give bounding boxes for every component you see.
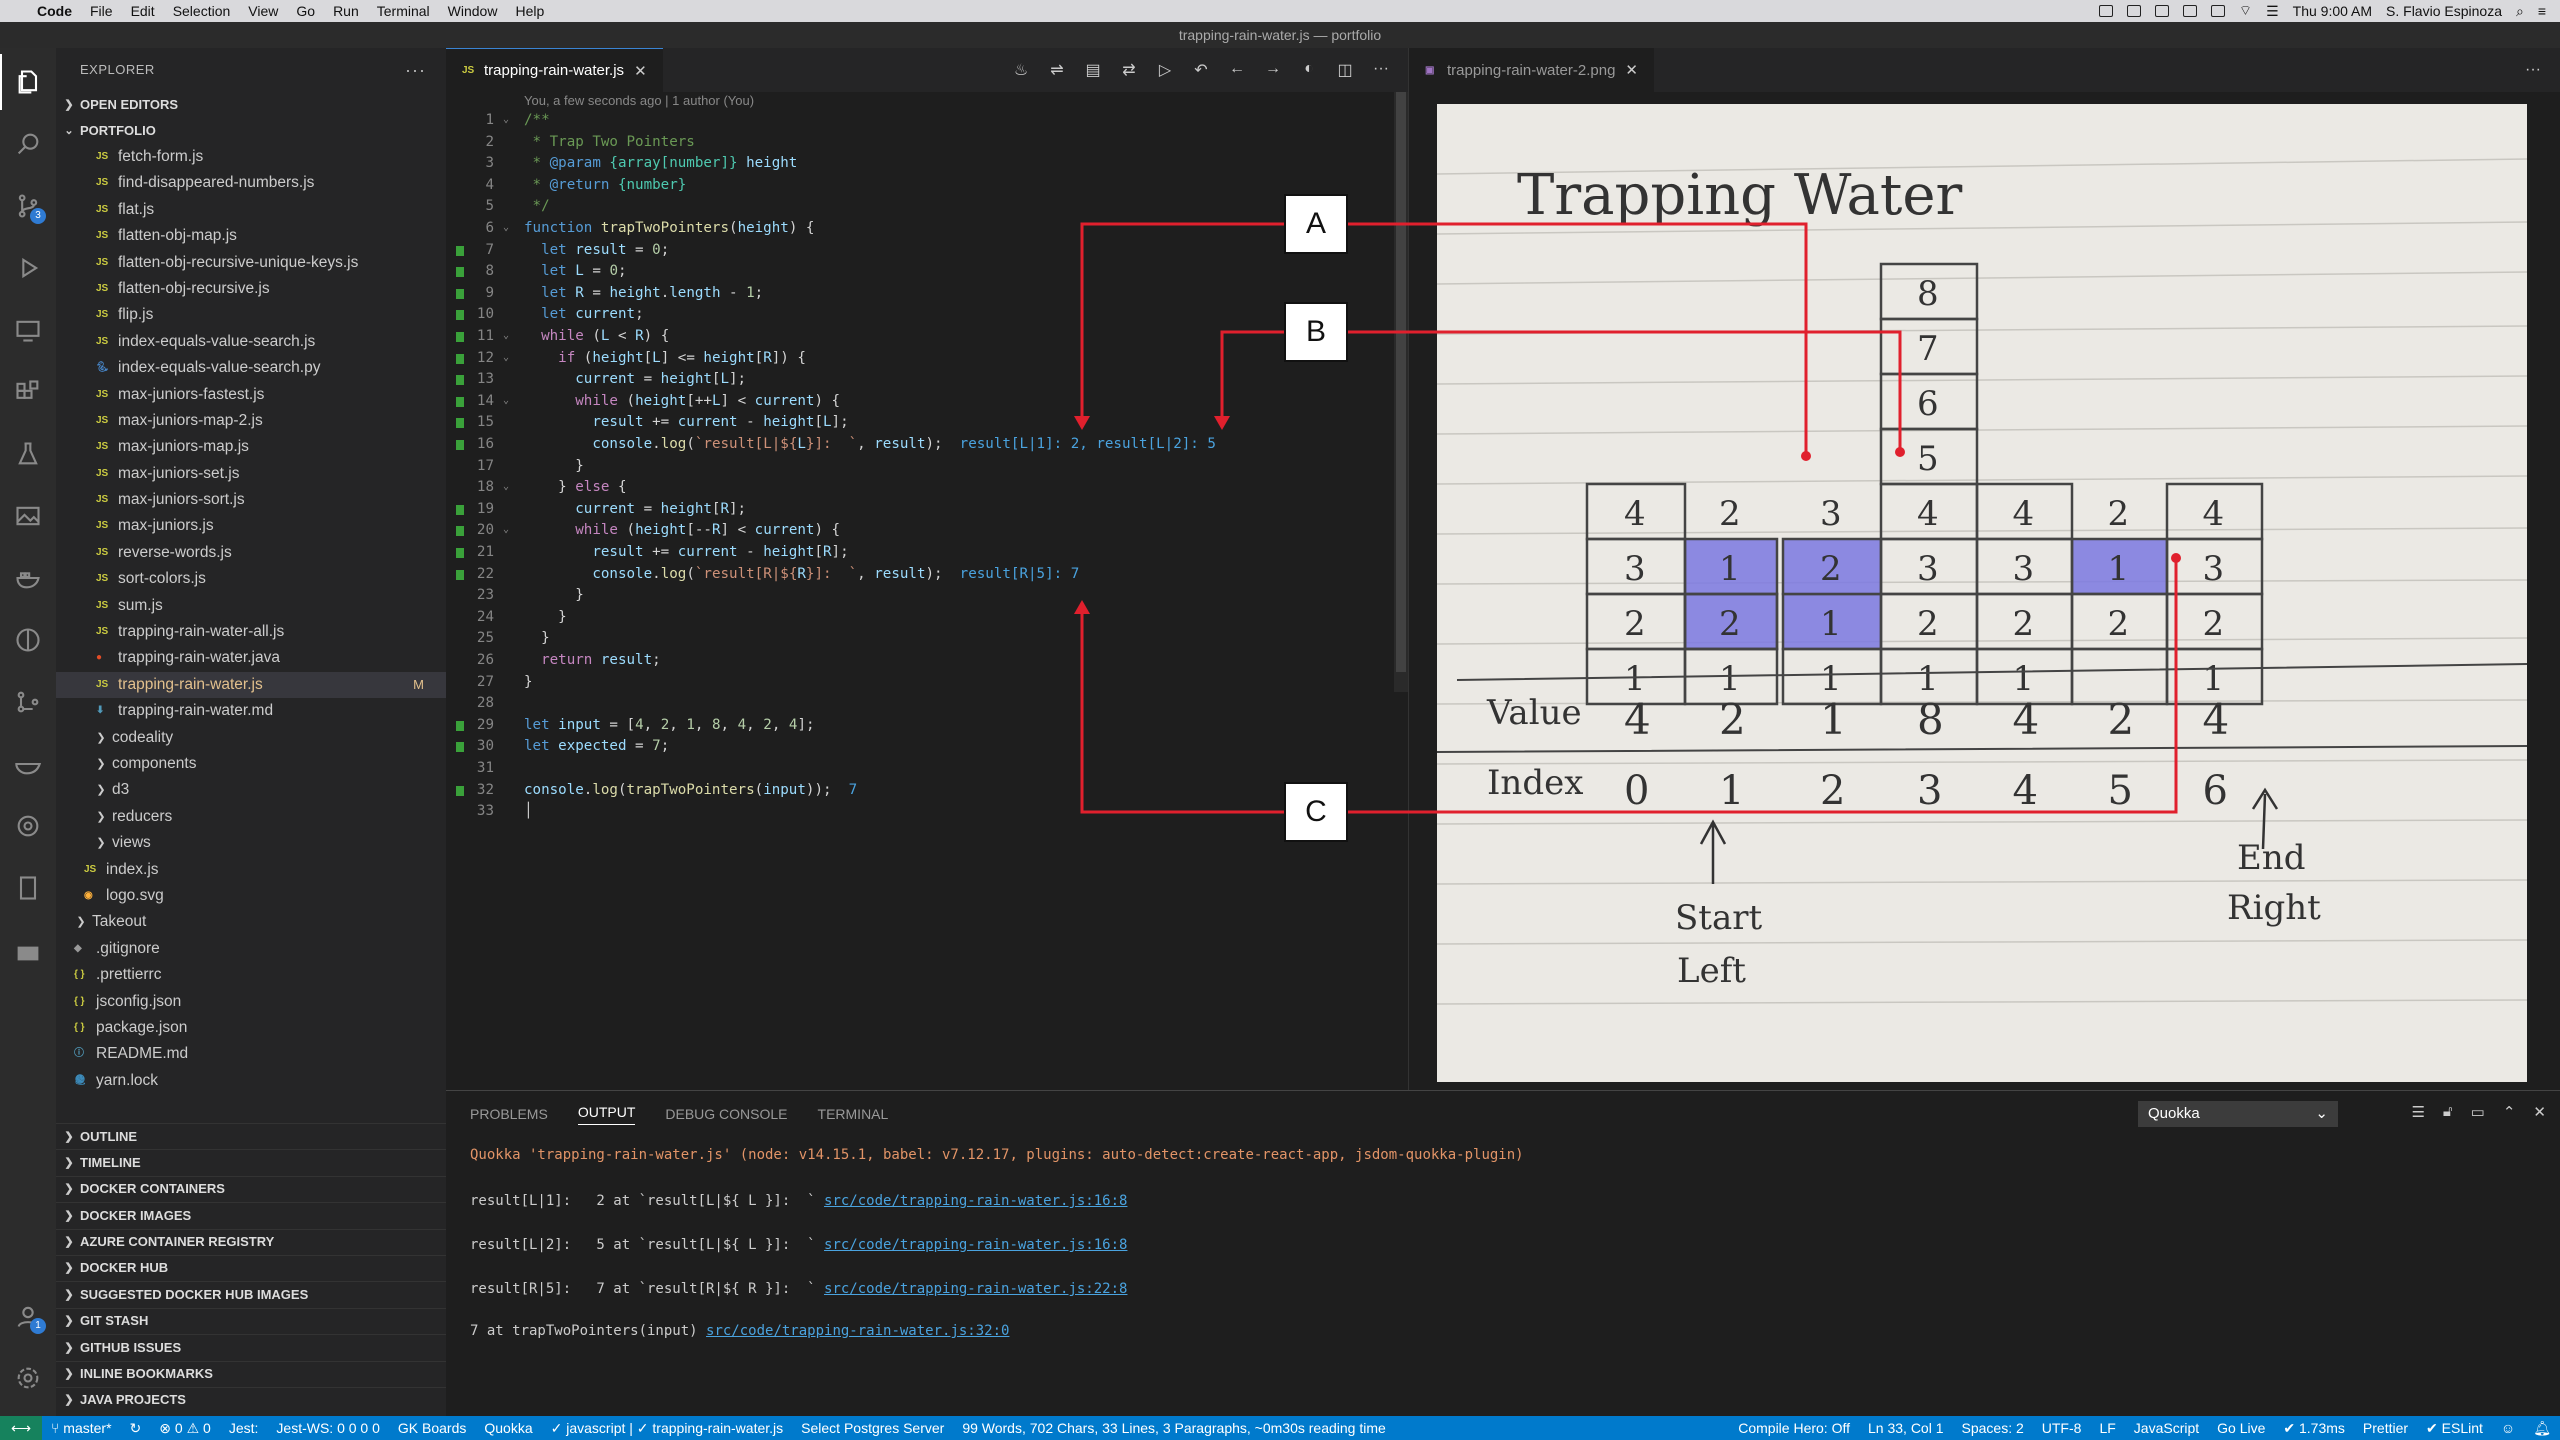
warning-count: 0 (203, 1419, 211, 1436)
arrow-a-to-code (1080, 222, 1284, 424)
tab-problems[interactable]: PROBLEMS (470, 1106, 548, 1122)
dot-marker (1895, 447, 1905, 457)
arrow-b-to-image (1348, 330, 1902, 452)
source-link[interactable]: src/code/trapping-rain-water.js:16:8 (824, 1237, 1127, 1253)
tab-output[interactable]: OUTPUT (577, 1104, 636, 1125)
select-value: Quokka (2148, 1105, 2200, 1122)
source-link[interactable]: src/code/trapping-rain-water.js:32:0 (706, 1323, 1009, 1339)
status-item[interactable]: LF (2090, 1420, 2124, 1437)
output-text: Quokka 'trapping-rain-water.js' (node: v… (470, 1147, 1524, 1163)
status-item[interactable]: Jest-WS: 0 0 0 0 (267, 1420, 388, 1437)
notifications-icon[interactable]: 🔔︎ (2524, 1420, 2560, 1437)
remote-icon[interactable]: ⟷ (0, 1416, 42, 1440)
status-item[interactable]: Spaces: 2 (1953, 1420, 2033, 1437)
output-channel-select[interactable]: Quokka ⌄ (2138, 1101, 2338, 1127)
status-item[interactable]: GK Boards (389, 1420, 475, 1437)
status-item[interactable]: Compile Hero: Off (1729, 1420, 1859, 1437)
tab-terminal[interactable]: TERMINAL (818, 1106, 889, 1122)
arrowhead-icon (1074, 416, 1090, 430)
maximize-panel-icon[interactable]: ⌃ (2503, 1103, 2516, 1121)
status-left-items: Jest: Jest-WS: 0 0 0 0 GK Boards Quokka ✓ ja… (220, 1420, 1395, 1437)
status-item[interactable]: UTF-8 (2033, 1420, 2091, 1437)
lock-icon[interactable]: 🔓︎ (2443, 1103, 2453, 1121)
status-item[interactable]: Quokka (475, 1420, 541, 1437)
arrow-c-to-image (1348, 560, 2178, 814)
callout-b: B (1284, 302, 1348, 362)
output-line: 7 at trapTwoPointers(input) src/code/tra… (470, 1323, 1009, 1339)
output-text: result[L|2]: 5 at `result[L|${ L }]: ` (470, 1237, 825, 1253)
feedback-icon[interactable]: ☺ (2492, 1420, 2524, 1436)
problems-status[interactable]: ⊗ 0 ⚠ 0 (150, 1420, 220, 1437)
status-item[interactable]: 99 Words, 702 Chars, 33 Lines, 3 Paragra… (953, 1420, 1394, 1437)
bottom-panel: PROBLEMS OUTPUT DEBUG CONSOLE TERMINAL Q… (446, 1090, 2560, 1416)
arrow-c-to-code (1080, 606, 1284, 814)
output-text: result[R|5]: 7 at `result[R|${ R }]: ` (470, 1281, 825, 1297)
status-item[interactable]: ✔ 1.73ms (2274, 1420, 2354, 1437)
panel-actions: ☰ 🔓︎ ▭ ⌃ ✕ (2411, 1103, 2546, 1121)
status-right-items: Compile Hero: Off Ln 33, Col 1 Spaces: 2 UT… (1729, 1420, 2492, 1437)
status-item[interactable]: Prettier (2354, 1420, 2417, 1437)
status-item[interactable]: ✔ ESLint (2417, 1420, 2492, 1437)
arrowhead-icon (1074, 600, 1090, 614)
tab-debug-console[interactable]: DEBUG CONSOLE (665, 1106, 787, 1122)
arrow-a-to-image (1348, 222, 1808, 456)
output-line: Quokka 'trapping-rain-water.js' (node: v… (470, 1147, 1524, 1163)
output-line: result[L|1]: 2 at `result[L|${ L }]: ` s… (470, 1193, 1127, 1209)
close-panel-icon[interactable]: ✕ (2533, 1103, 2546, 1121)
error-count: 0 (174, 1419, 183, 1436)
status-item[interactable]: Select Postgres Server (792, 1420, 953, 1437)
dot-marker (1801, 451, 1811, 461)
dot-marker (2171, 553, 2181, 563)
open-log-icon[interactable]: ▭ (2471, 1103, 2485, 1121)
output-line: result[R|5]: 7 at `result[R|${ R }]: ` s… (470, 1281, 1127, 1297)
status-bar: ⟷ ⑂ master* ↻ ⊗ 0 ⚠ 0 Jest: Jest-WS: 0 0 … (0, 1416, 2560, 1440)
status-item[interactable]: Go Live (2208, 1420, 2274, 1437)
output-line: result[L|2]: 5 at `result[L|${ L }]: ` s… (470, 1237, 1127, 1253)
source-link[interactable]: src/code/trapping-rain-water.js:22:8 (824, 1281, 1127, 1297)
callout-c: C (1284, 782, 1348, 842)
arrow-b-to-code (1220, 330, 1284, 424)
branch-status[interactable]: ⑂ master* (42, 1420, 121, 1436)
output-text: 7 at trapTwoPointers(input) (470, 1323, 707, 1339)
clear-output-icon[interactable]: ☰ (2411, 1103, 2424, 1121)
source-link[interactable]: src/code/trapping-rain-water.js:16:8 (824, 1193, 1127, 1209)
status-item[interactable]: Ln 33, Col 1 (1859, 1420, 1953, 1437)
status-item[interactable]: Jest: (220, 1420, 268, 1437)
branch-name: master* (63, 1420, 112, 1436)
sync-icon[interactable]: ↻ (121, 1420, 151, 1437)
status-item[interactable]: JavaScript (2125, 1420, 2208, 1437)
chevron-down-icon: ⌄ (2315, 1105, 2328, 1122)
output-text: result[L|1]: 2 at `result[L|${ L }]: ` (470, 1193, 825, 1209)
status-item[interactable]: ✓ javascript | ✓ trapping-rain-water.js (542, 1420, 793, 1437)
callout-a: A (1284, 194, 1348, 254)
arrowhead-icon (1214, 416, 1230, 430)
